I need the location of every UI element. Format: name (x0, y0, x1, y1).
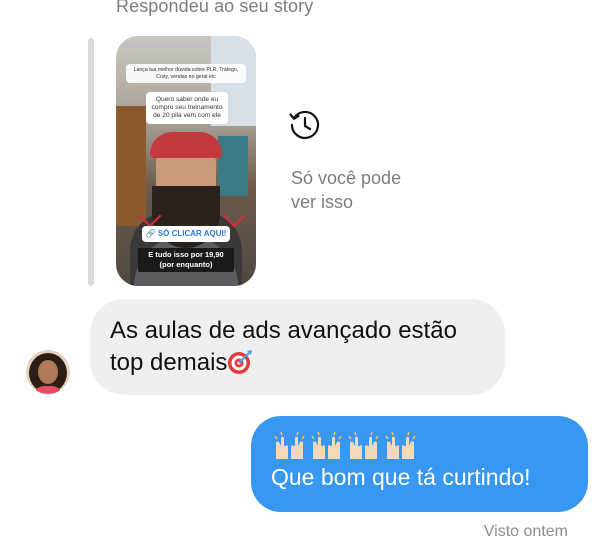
outgoing-message-text: Que bom que tá curtindo! (271, 464, 531, 490)
outgoing-message-bubble[interactable]: Que bom que tá curtindo! (251, 416, 588, 512)
incoming-message-bubble[interactable]: As aulas de ads avançado estão top demai… (90, 299, 505, 395)
raising-hands-row (271, 430, 570, 460)
story-reply-header: Respondeu ao seu story (116, 0, 314, 16)
incoming-message-line-2: top demais (110, 349, 228, 376)
scene-door (116, 106, 146, 226)
visibility-note: Só você pode ver isso (291, 166, 451, 214)
price-tag: E tudo isso por 19,90 (por enquanto) (138, 248, 234, 272)
raising-hands-icon (348, 431, 379, 459)
incoming-message-line-1: As aulas de ads avançado estão (110, 317, 457, 344)
visibility-note-line-1: Só você pode (291, 168, 402, 188)
story-reply-bar (88, 38, 94, 286)
price-line-1: E tudo isso por 19,90 (148, 250, 224, 259)
avatar-face (38, 360, 58, 384)
story-thumbnail[interactable]: Lança tua melhor dúvida sobre PLR, Tráfe… (116, 36, 256, 286)
history-icon (289, 110, 320, 140)
raising-hands-icon (385, 431, 416, 459)
direct-hit-dart-icon (228, 350, 253, 374)
raising-hands-icon (274, 431, 305, 459)
incoming-message-line-2-row: top demais (110, 347, 485, 379)
raising-hands-icon (311, 431, 342, 459)
seen-status: Visto ontem (483, 523, 568, 540)
person-cap (150, 132, 222, 158)
scene-shelf (218, 136, 248, 196)
link-sticker: 🔗 SÓ CLICAR AQUI! (142, 226, 230, 242)
story-question-prompt: Lança tua melhor dúvida sobre PLR, Tráfe… (126, 64, 246, 83)
story-question-answer: Quero saber onde eu compro seu treinamen… (146, 92, 228, 124)
avatar[interactable] (26, 350, 70, 394)
price-line-2: (por enquanto) (159, 260, 213, 269)
link-sticker-label: SÓ CLICAR AQUI! (157, 229, 227, 238)
avatar-top (34, 386, 62, 394)
visibility-note-line-2: ver isso (291, 192, 354, 212)
